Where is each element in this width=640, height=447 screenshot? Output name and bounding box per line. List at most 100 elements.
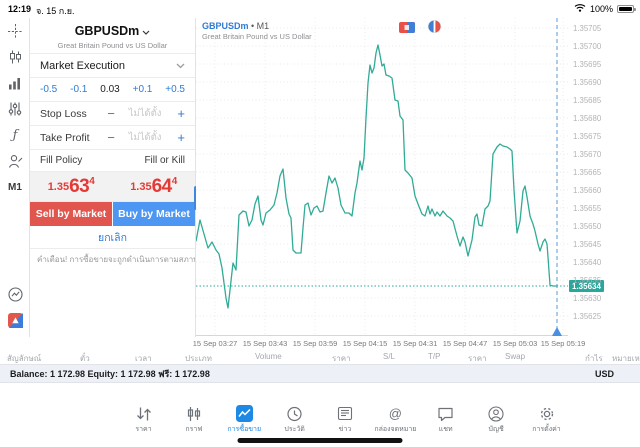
volume-value: 0.03 (100, 84, 120, 95)
chat-icon (437, 405, 454, 422)
volume-step-button[interactable]: +0.1 (133, 84, 153, 95)
price-axis-label: 1.35700 (573, 42, 602, 51)
tab-news[interactable]: ข่าว (322, 402, 369, 436)
tab-trade[interactable]: การซื้อขาย (221, 402, 268, 436)
volume-step-button[interactable]: -0.5 (40, 84, 57, 95)
battery-percent: 100% (589, 3, 613, 14)
price-axis[interactable]: 1.35634 1.35705 1.35700 1.35695 1.35690 1.35… (568, 18, 640, 336)
stop-loss-label: Stop Loss (40, 107, 87, 120)
tab-mailbox[interactable]: @ กล่องจดหมาย (372, 402, 419, 436)
positions-table-header: สัญลักษณ์ ตั๋ว เวลา ประเภท Volume ราคา S/L T/P ร… (0, 350, 640, 364)
tab-label: การซื้อขาย (227, 426, 262, 433)
table-column-header: กำไร (585, 354, 603, 363)
table-column-header: สัญลักษณ์ (7, 354, 42, 363)
news-icon (337, 405, 353, 422)
price-axis-label: 1.35640 (573, 258, 602, 267)
chevron-down-icon (176, 60, 185, 72)
sell-price: 1.35 63 4 (47, 175, 95, 197)
tab-label: กราฟ (185, 426, 203, 433)
fill-policy-value: Fill or Kill (144, 155, 185, 166)
take-profit-increase-button[interactable]: + (171, 130, 185, 145)
battery-icon (617, 4, 636, 13)
price-axis-label: 1.35655 (573, 204, 602, 213)
mql5-icon[interactable] (0, 307, 30, 333)
price-axis-label: 1.35680 (573, 114, 602, 123)
account-currency: USD (594, 368, 614, 379)
volume-step-button[interactable]: +0.5 (165, 84, 185, 95)
trade-order-panel: GBPUSDm Great Britain Pound vs US Dollar… (30, 18, 196, 337)
home-indicator[interactable] (237, 438, 403, 443)
histogram-icon[interactable] (0, 70, 30, 96)
history-icon (286, 405, 303, 422)
table-column-header: เวลา (135, 354, 152, 363)
trade-warning-text: คำเตือน! การซื้อขายจะถูกดำเนินการตามสภาพ… (30, 248, 195, 266)
order-buttons: Sell by Market Buy by Market (30, 202, 195, 226)
price-axis-label: 1.35685 (573, 96, 602, 105)
sell-by-market-button[interactable]: Sell by Market (30, 202, 112, 226)
candlestick-chart-icon[interactable] (0, 44, 30, 70)
take-profit-label: Take Profit (40, 131, 90, 144)
chart-tools-rail: ƒ M1 (0, 18, 30, 337)
take-profit-decrease-button[interactable]: − (103, 130, 119, 145)
wifi-icon (574, 3, 586, 14)
price-axis-label: 1.35625 (573, 312, 602, 321)
price-axis-label: 1.35675 (573, 132, 602, 141)
tab-label: ราคา (135, 426, 152, 433)
price-axis-label: 1.35670 (573, 150, 602, 159)
order-type-select[interactable]: Market Execution (30, 54, 195, 78)
tab-chat[interactable]: แชท (422, 402, 469, 436)
tab-label: ประวัติ (284, 426, 305, 433)
crosshair-icon[interactable] (0, 18, 30, 44)
function-icon[interactable]: ƒ (0, 122, 30, 148)
charts-icon (186, 405, 202, 422)
tab-label: บัญชี (488, 426, 504, 433)
stop-loss-decrease-button[interactable]: − (103, 106, 119, 121)
cancel-button[interactable]: ยกเลิก (30, 226, 195, 248)
chat-wave-icon[interactable] (0, 281, 30, 307)
buy-by-market-button[interactable]: Buy by Market (113, 202, 195, 226)
take-profit-value[interactable]: ไม่ได้ตั้ง (119, 130, 171, 145)
status-bar: 12:19 จ. 15 ก.ย. 100% (0, 0, 640, 18)
accounts-icon (488, 405, 504, 422)
status-indicators: 100% (574, 3, 636, 14)
price-axis-label: 1.35630 (573, 294, 602, 303)
tab-charts[interactable]: กราฟ (170, 402, 217, 436)
price-axis-label: 1.35645 (573, 240, 602, 249)
symbol-header[interactable]: GBPUSDm Great Britain Pound vs US Dollar (30, 18, 195, 54)
tab-history[interactable]: ประวัติ (271, 402, 318, 436)
analyst-icon[interactable] (0, 148, 30, 174)
price-axis-label: 1.35705 (573, 24, 602, 33)
stop-loss-increase-button[interactable]: + (171, 106, 185, 121)
table-column-header: ราคา (332, 354, 351, 363)
price-line-series (196, 44, 558, 309)
symbol-name: GBPUSDm (74, 24, 140, 38)
price-axis-label: 1.35660 (573, 186, 602, 195)
symbol-description: Great Britain Pound vs US Dollar (57, 41, 168, 50)
time-axis[interactable]: 15 Sep 03:27 15 Sep 03:43 15 Sep 03:59 15 S… (193, 337, 640, 350)
price-chart[interactable]: GBPUSDm • M1 Great Britain Pound vs US D… (196, 18, 568, 336)
timeframe-button[interactable]: M1 (0, 174, 30, 200)
tab-quotes[interactable]: ราคา (120, 402, 167, 436)
time-axis-label: 15 Sep 03:59 (292, 339, 338, 348)
stop-loss-value[interactable]: ไม่ได้ตั้ง (119, 106, 171, 121)
rail-top-icons: ƒ (0, 18, 29, 174)
us-flag-icon (428, 20, 441, 38)
price-axis-label: 1.35635 (573, 276, 602, 285)
tab-label: ข่าว (338, 426, 352, 433)
time-axis-label: 15 Sep 04:31 (392, 339, 438, 348)
mailbox-icon: @ (388, 406, 402, 421)
tab-settings[interactable]: การตั้งค่า (523, 402, 570, 436)
tune-sliders-icon[interactable] (0, 96, 30, 122)
table-column-header: ตั๋ว (80, 354, 90, 363)
table-column-header: หมายเหตุ (612, 354, 640, 363)
fill-policy-row[interactable]: Fill Policy Fill or Kill (30, 150, 195, 172)
uk-flag-icon (399, 20, 415, 38)
volume-stepper: -0.5 -0.1 0.03 +0.1 +0.5 (30, 78, 195, 102)
price-axis-label: 1.35650 (573, 222, 602, 231)
bottom-tab-bar: ราคา กราฟ การซื้อขาย ประวัติ ข่าว @ กล่องจดหมา… (120, 402, 570, 436)
table-column-header: ราคา (468, 354, 487, 363)
chart-corner-icons (399, 20, 441, 38)
tab-accounts[interactable]: บัญชี (473, 402, 520, 436)
price-axis-label: 1.35665 (573, 168, 602, 177)
volume-step-button[interactable]: -0.1 (70, 84, 87, 95)
